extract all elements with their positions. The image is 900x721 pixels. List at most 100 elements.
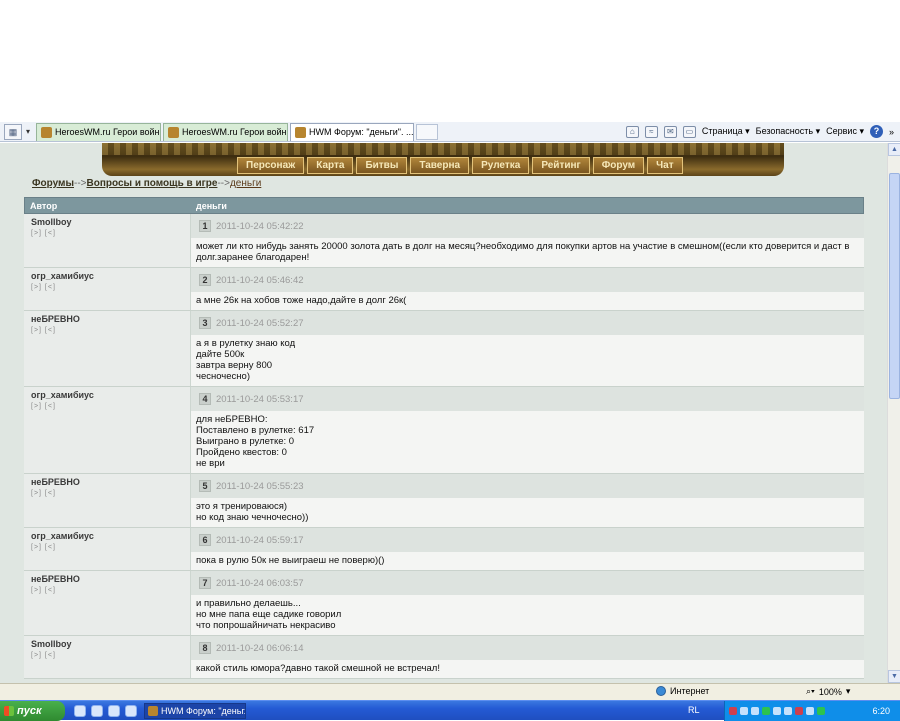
post-author-cell: неБРЕВНО [>] [<]: [24, 571, 191, 635]
author-action-links[interactable]: [>] [<]: [31, 327, 190, 334]
nav-tavern[interactable]: Таверна: [410, 157, 470, 174]
breadcrumb-forums-link[interactable]: Форумы: [32, 178, 74, 189]
post-body-cell: 6 2011-10-24 05:59:17 пока в рулю 50к не…: [191, 528, 864, 570]
vertical-scrollbar[interactable]: ▲ ▼: [887, 143, 900, 683]
scroll-up-icon[interactable]: ▲: [888, 143, 900, 156]
zoom-magnifier-icon: ⌕▾: [806, 686, 815, 696]
feeds-icon[interactable]: ≈: [644, 125, 658, 138]
post-header: 7 2011-10-24 06:03:57: [191, 571, 864, 595]
opera-launch-icon[interactable]: [74, 705, 86, 717]
zoom-control[interactable]: ⌕▾ 100% ▾: [806, 686, 850, 697]
post-header: 3 2011-10-24 05:52:27: [191, 311, 864, 335]
browser-tab-active[interactable]: HWM Форум: "деньги". ... ✕: [290, 122, 414, 141]
post-body-cell: 5 2011-10-24 05:55:23 это я тренироваюся…: [191, 474, 864, 527]
taskbar-window-title: HWM Форум: "деньг...: [161, 706, 246, 716]
print-icon[interactable]: ▭: [682, 125, 696, 138]
messenger-tray-icon[interactable]: [784, 707, 792, 715]
author-action-links[interactable]: [>] [<]: [31, 230, 190, 237]
page-menu[interactable]: Страница ▾: [702, 126, 750, 137]
post-number[interactable]: 8: [199, 642, 211, 654]
chevron-more-icon[interactable]: »: [889, 127, 894, 137]
antivirus-tray-icon[interactable]: [729, 707, 737, 715]
author-action-links[interactable]: [>] [<]: [31, 652, 190, 659]
start-label: пуск: [17, 705, 42, 717]
post-number[interactable]: 7: [199, 577, 211, 589]
site-favicon-icon: [168, 126, 179, 138]
blank-area: [0, 0, 900, 122]
command-bar: ⌂ ≈ ✉ ▭ Страница ▾ Безопасность ▾ Сервис…: [625, 125, 900, 138]
tab-list-dropdown-icon[interactable]: ▾: [22, 127, 34, 136]
forum-post: огр_хамибиус [>] [<] 6 2011-10-24 05:59:…: [24, 528, 864, 571]
post-header: 2 2011-10-24 05:46:42: [191, 268, 864, 292]
zoom-dropdown-icon[interactable]: ▾: [846, 686, 851, 697]
scrollbar-thumb[interactable]: [889, 173, 900, 399]
forum-post: неБРЕВНО [>] [<] 7 2011-10-24 06:03:57 и…: [24, 571, 864, 636]
mail-icon[interactable]: ✉: [663, 125, 677, 138]
clock[interactable]: 6:20: [872, 706, 900, 716]
ie-launch-icon[interactable]: [108, 705, 120, 717]
author-action-links[interactable]: [>] [<]: [31, 587, 190, 594]
nav-map[interactable]: Карта: [307, 157, 354, 174]
breadcrumb-section-link[interactable]: Вопросы и помощь в игре: [87, 178, 218, 189]
nav-character[interactable]: Персонаж: [237, 157, 305, 174]
bluetooth-tray-icon[interactable]: [773, 707, 781, 715]
update-tray-icon[interactable]: [762, 707, 770, 715]
browser-tab[interactable]: HeroesWM.ru Герои войны ...: [36, 122, 161, 141]
display-tray-icon[interactable]: [806, 707, 814, 715]
nav-rating[interactable]: Рейтинг: [532, 157, 590, 174]
new-tab-button[interactable]: [416, 123, 438, 140]
security-tray-icon[interactable]: [795, 707, 803, 715]
power-tray-icon[interactable]: [817, 707, 825, 715]
post-author-cell: неБРЕВНО [>] [<]: [24, 311, 191, 386]
taskbar-window-button[interactable]: HWM Форум: "деньг...: [144, 703, 246, 719]
post-number[interactable]: 4: [199, 393, 211, 405]
post-date: 2011-10-24 05:42:22: [216, 220, 304, 232]
post-number[interactable]: 6: [199, 534, 211, 546]
help-icon[interactable]: ?: [869, 125, 883, 138]
network-tray-icon[interactable]: [740, 707, 748, 715]
post-number[interactable]: 3: [199, 317, 211, 329]
browser-tab[interactable]: HeroesWM.ru Герои войны ...: [163, 122, 288, 141]
media-launch-icon[interactable]: [91, 705, 103, 717]
author-name-link[interactable]: огр_хамибиус: [31, 531, 190, 541]
game-menu-banner: Персонаж Карта Битвы Таверна Рулетка Рей…: [102, 143, 784, 176]
post-number[interactable]: 1: [199, 220, 211, 232]
tools-menu[interactable]: Сервис ▾: [826, 126, 864, 137]
author-action-links[interactable]: [>] [<]: [31, 490, 190, 497]
post-number[interactable]: 5: [199, 480, 211, 492]
post-header: 5 2011-10-24 05:55:23: [191, 474, 864, 498]
author-action-links[interactable]: [>] [<]: [31, 284, 190, 291]
post-date: 2011-10-24 05:52:27: [216, 317, 304, 329]
breadcrumb-separator: -->: [217, 178, 230, 189]
nav-forum[interactable]: Форум: [592, 157, 645, 174]
start-button[interactable]: пуск: [0, 701, 65, 721]
volume-tray-icon[interactable]: [751, 707, 759, 715]
author-name-link[interactable]: неБРЕВНО: [31, 314, 190, 324]
show-desktop-icon[interactable]: [125, 705, 137, 717]
zone-label: Интернет: [670, 686, 710, 696]
author-name-link[interactable]: Smollboy: [31, 639, 190, 649]
nav-battles[interactable]: Битвы: [356, 157, 408, 174]
taskbar: пуск HWM Форум: "деньг... RL 6:20: [0, 700, 900, 721]
post-author-cell: Smollboy [>] [<]: [24, 636, 191, 678]
ie-window-icon: [148, 706, 158, 716]
author-name-link[interactable]: огр_хамибиус: [31, 390, 190, 400]
author-name-link[interactable]: огр_хамибиус: [31, 271, 190, 281]
author-name-link[interactable]: Smollboy: [31, 217, 190, 227]
nav-roulette[interactable]: Рулетка: [472, 157, 530, 174]
nav-chat[interactable]: Чат: [647, 157, 683, 174]
quick-tabs-icon[interactable]: ▦: [4, 123, 22, 140]
scroll-down-icon[interactable]: ▼: [888, 670, 900, 683]
site-favicon-icon: [295, 126, 306, 138]
safety-menu[interactable]: Безопасность ▾: [756, 126, 820, 137]
author-action-links[interactable]: [>] [<]: [31, 403, 190, 410]
author-name-link[interactable]: неБРЕВНО: [31, 574, 190, 584]
breadcrumb-topic-link[interactable]: деньги: [230, 178, 261, 189]
post-date: 2011-10-24 05:55:23: [216, 480, 304, 492]
language-indicator[interactable]: RL: [688, 705, 700, 715]
post-number[interactable]: 2: [199, 274, 211, 286]
author-name-link[interactable]: неБРЕВНО: [31, 477, 190, 487]
forum-post: огр_хамибиус [>] [<] 4 2011-10-24 05:53:…: [24, 387, 864, 474]
home-icon[interactable]: ⌂: [625, 125, 639, 138]
author-action-links[interactable]: [>] [<]: [31, 544, 190, 551]
